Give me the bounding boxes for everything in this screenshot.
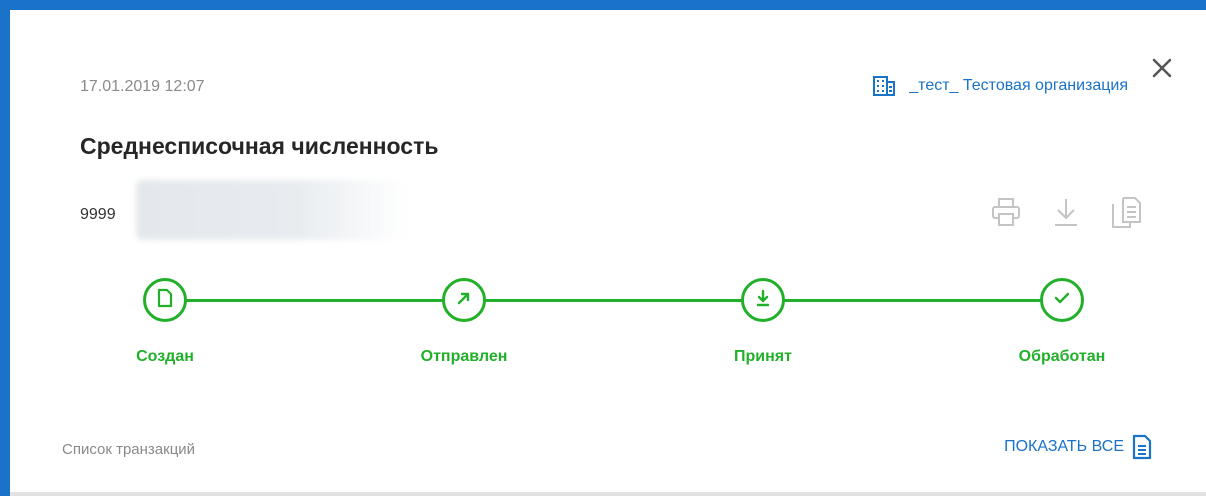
- step-sent-node: [442, 278, 486, 322]
- organization-link[interactable]: _тест_ Тестовая организация: [873, 76, 1128, 96]
- step-created-label: Создан: [136, 348, 194, 365]
- arrow-up-right-icon: [454, 288, 474, 313]
- transactions-label: Список транзакций: [62, 441, 196, 458]
- close-icon[interactable]: [1148, 54, 1176, 82]
- document-date: 17.01.2019 12:07: [80, 78, 205, 95]
- copy-icon[interactable]: [1108, 194, 1144, 230]
- step-processed-label: Обработан: [1018, 348, 1106, 365]
- document-card: [0, 0, 1206, 496]
- document-title: Среднесписочная численность: [80, 133, 439, 159]
- document-number: 9999: [80, 206, 116, 223]
- step-processed-node: [1040, 278, 1084, 322]
- redacted-text: [136, 180, 406, 240]
- step-sent-label: Отправлен: [420, 348, 508, 365]
- step-accepted-label: Принят: [734, 348, 792, 365]
- print-icon[interactable]: [988, 194, 1024, 230]
- timeline-line: [165, 299, 1062, 302]
- document-list-icon: [1132, 434, 1152, 460]
- building-icon: [873, 76, 896, 96]
- show-all-label: ПОКАЗАТЬ ВСЕ: [1004, 438, 1124, 455]
- bottom-divider: [10, 492, 1206, 496]
- document-icon: [155, 288, 175, 313]
- download-icon[interactable]: [1048, 194, 1084, 230]
- show-all-button[interactable]: ПОКАЗАТЬ ВСЕ: [1004, 434, 1152, 460]
- check-icon: [1052, 288, 1072, 313]
- step-accepted-node: [741, 278, 785, 322]
- step-created-node: [143, 278, 187, 322]
- download-icon: [753, 288, 773, 313]
- document-actions: [988, 194, 1144, 230]
- organization-name: _тест_ Тестовая организация: [909, 77, 1128, 94]
- status-timeline: Создан Отправлен Принят Обработан: [0, 278, 1206, 378]
